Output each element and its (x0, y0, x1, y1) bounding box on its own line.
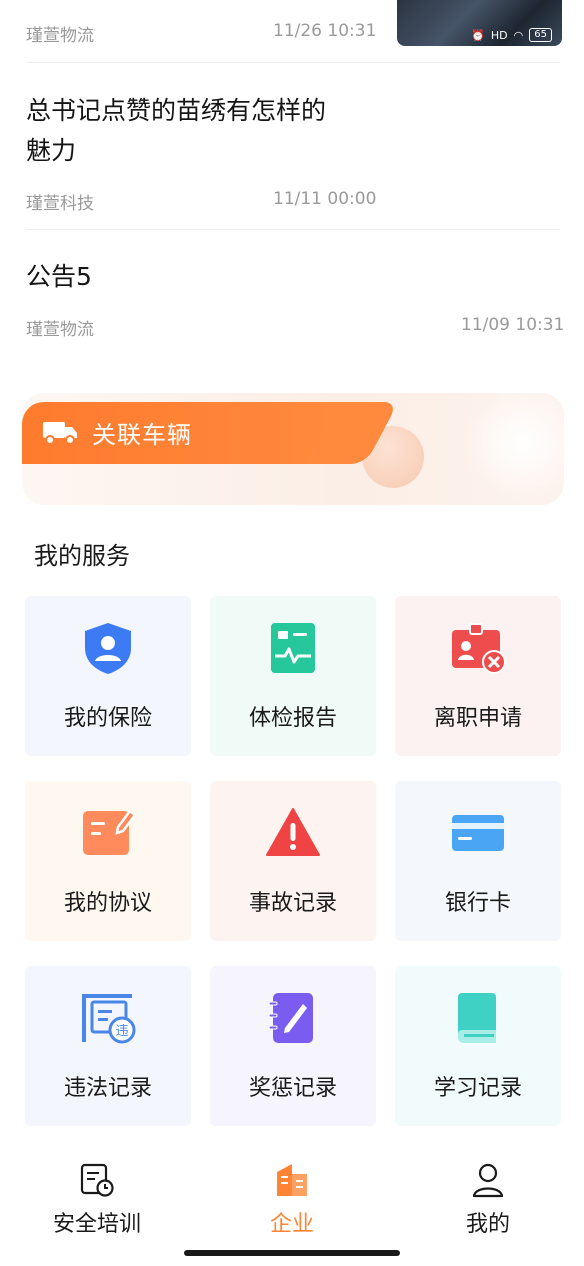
service-my-agreement[interactable]: 我的协议 (25, 781, 191, 941)
health-report-icon (271, 623, 315, 673)
news-thumbnail: ⏰ HD ◠ 65 (397, 0, 562, 46)
service-study-record[interactable]: 学习记录 (395, 966, 561, 1126)
service-label: 事故记录 (248, 891, 337, 916)
service-bank-card[interactable]: 银行卡 (395, 781, 561, 941)
news-time: 11/09 10:31 (461, 315, 565, 335)
truck-icon (43, 422, 77, 445)
service-my-insurance[interactable]: 我的保险 (25, 596, 191, 756)
news-title: 总书记点赞的苗绣有怎样的 (26, 96, 327, 125)
service-reward-record[interactable]: 奖惩记录 (210, 966, 376, 1126)
home-indicator[interactable] (184, 1250, 400, 1256)
decorative-glow (462, 393, 564, 503)
tab-label: 企业 (269, 1212, 314, 1237)
tab-me[interactable]: 我的 (413, 1162, 563, 1238)
service-label: 银行卡 (444, 891, 511, 916)
alarm-icon: ⏰ (471, 28, 485, 42)
hd-signal-icon: HD (490, 28, 508, 42)
bottom-tab-bar: 安全培训 企业 我的 (0, 1150, 584, 1266)
service-label: 我的保险 (63, 706, 152, 731)
violation-icon: 违 (82, 994, 136, 1044)
news-title: 公告5 (26, 262, 92, 291)
svg-text:违: 违 (115, 1024, 128, 1039)
tab-label: 安全培训 (52, 1212, 141, 1237)
linked-vehicle-banner: 关联车辆 (22, 402, 352, 464)
tab-enterprise[interactable]: 企业 (217, 1162, 367, 1238)
enterprise-icon (277, 1164, 307, 1196)
linked-vehicle-card[interactable]: 关联车辆 (22, 393, 564, 505)
service-violation-record[interactable]: 违 违法记录 (25, 966, 191, 1126)
wifi-icon: ◠ (513, 28, 524, 42)
news-title-line2: 魅力 (26, 136, 77, 165)
battery-icon: 65 (529, 28, 552, 42)
service-label: 违法记录 (63, 1076, 152, 1101)
news-source: 瑾萱物流 (26, 320, 94, 340)
profile-icon (472, 1163, 504, 1198)
news-source: 瑾萱科技 (26, 194, 94, 214)
training-icon (80, 1163, 114, 1197)
service-accident-record[interactable]: 事故记录 (210, 781, 376, 941)
badge-remove-icon (452, 623, 506, 674)
service-health-report[interactable]: 体检报告 (210, 596, 376, 756)
news-time: 11/11 00:00 (273, 189, 377, 209)
news-item-1[interactable]: 瑾萱物流 11/26 10:31 ⏰ HD ◠ 65 (0, 0, 584, 62)
tab-safety-training[interactable]: 安全培训 (22, 1162, 172, 1238)
service-label: 奖惩记录 (248, 1076, 337, 1101)
service-label: 体检报告 (248, 706, 337, 731)
service-label: 学习记录 (433, 1076, 522, 1101)
my-services-title: 我的服务 (34, 542, 130, 570)
news-time: 11/26 10:31 (273, 21, 377, 41)
news-source: 瑾萱物流 (26, 26, 94, 46)
service-label: 离职申请 (433, 706, 522, 731)
shield-user-icon (85, 623, 131, 674)
service-resignation[interactable]: 离职申请 (395, 596, 561, 756)
agreement-icon (83, 809, 136, 855)
news-item-3[interactable]: 公告5 瑾萱物流 11/09 10:31 (0, 230, 584, 350)
tab-label: 我的 (465, 1212, 510, 1237)
bank-card-icon (452, 815, 504, 851)
warning-icon (266, 808, 320, 856)
linked-vehicle-label: 关联车辆 (92, 421, 192, 449)
service-label: 我的协议 (63, 891, 152, 916)
book-icon (458, 993, 496, 1043)
notebook-pen-icon (268, 993, 313, 1043)
thumbnail-status-bar: ⏰ HD ◠ 65 (471, 28, 552, 42)
news-item-2[interactable]: 总书记点赞的苗绣有怎样的 魅力 瑾萱科技 11/11 00:00 (0, 62, 584, 230)
